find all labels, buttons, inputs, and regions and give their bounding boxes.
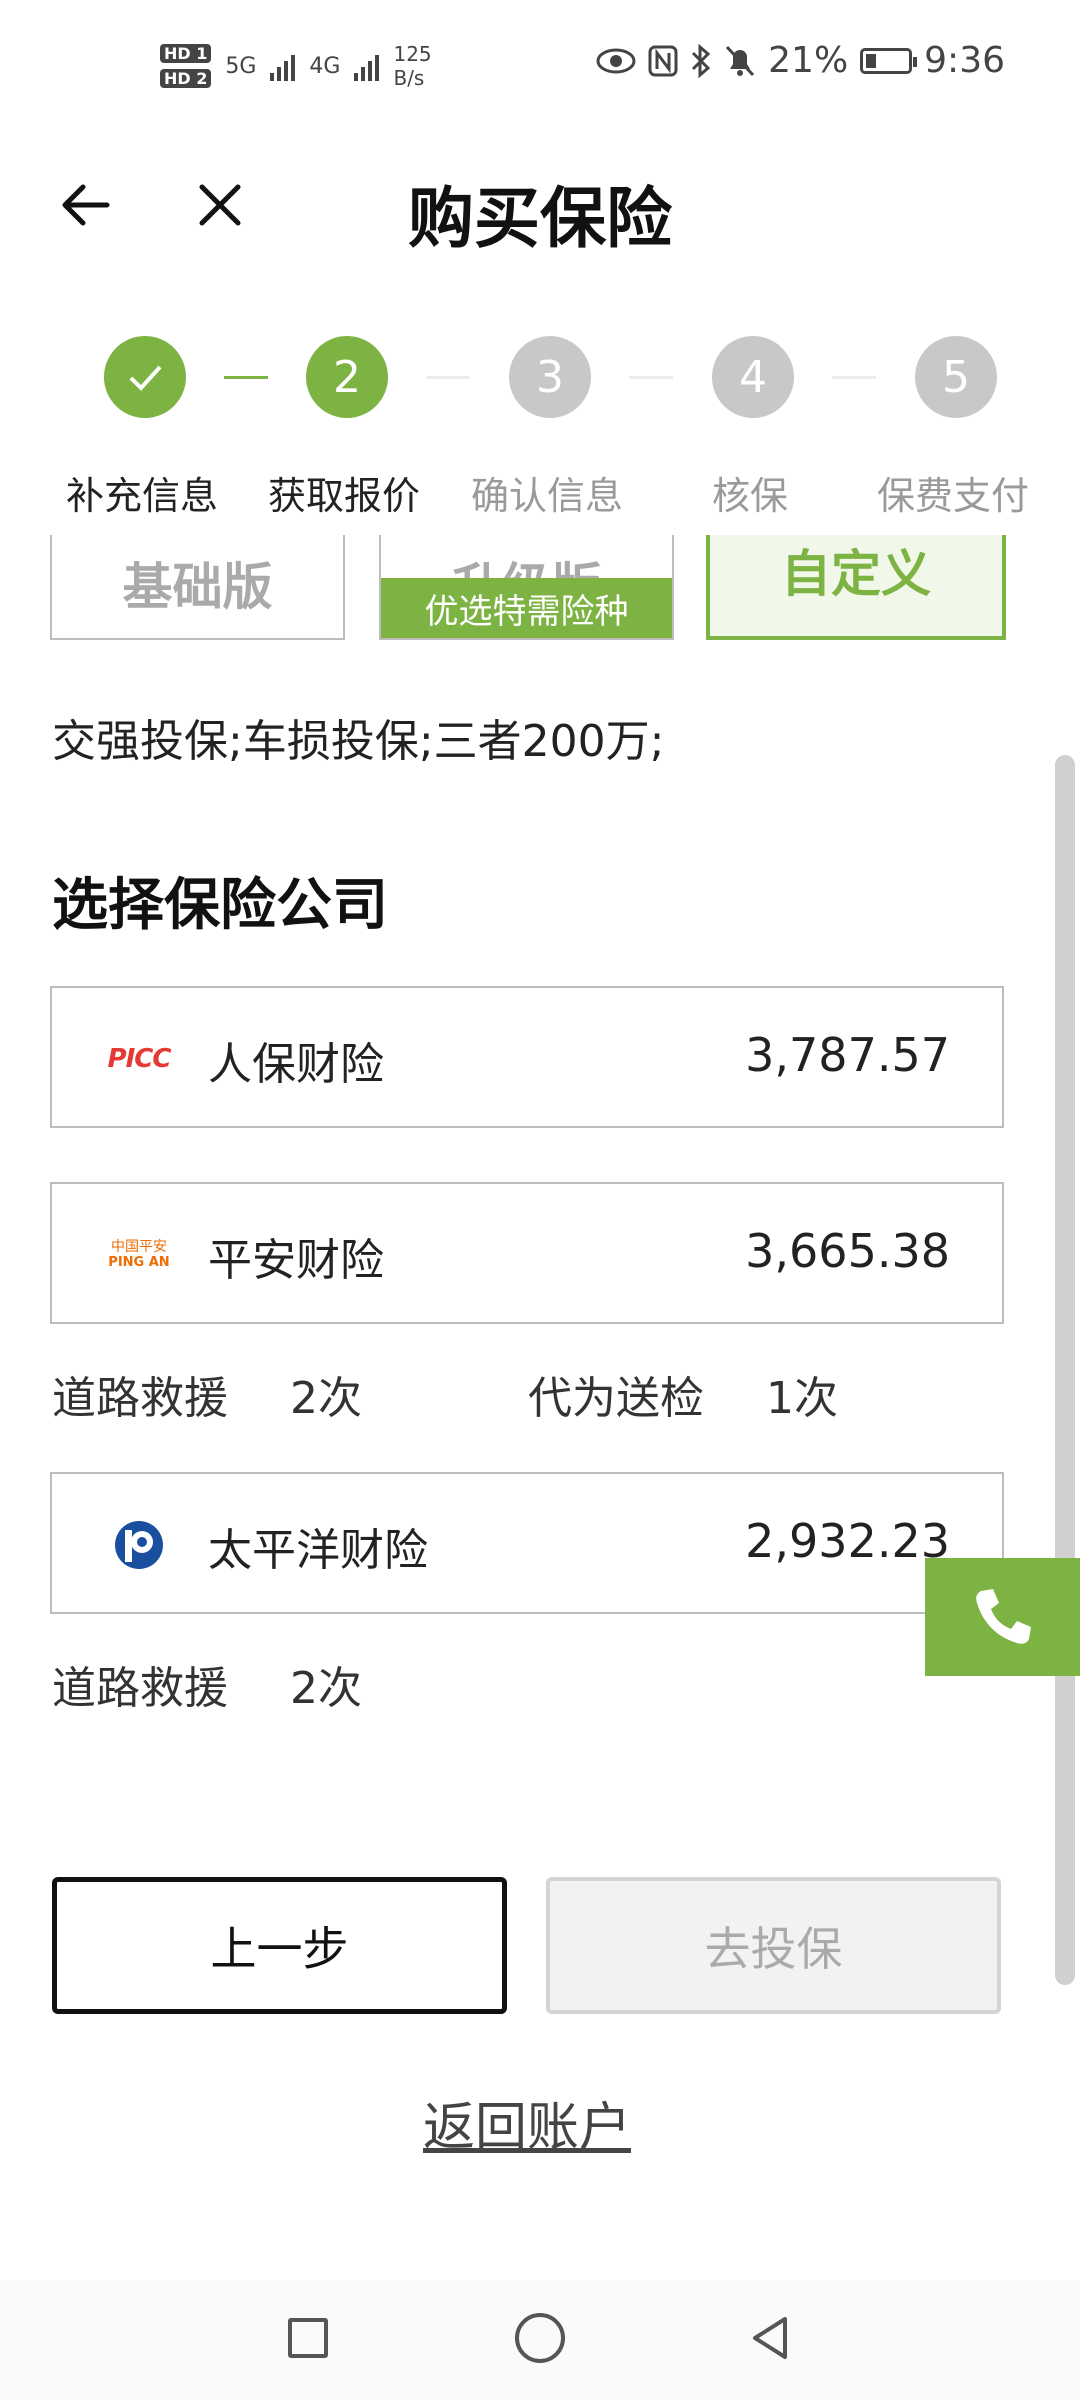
step-4-circle: 4 — [712, 336, 794, 418]
service-item: 道路救援 2次 — [52, 1652, 362, 1716]
status-bar: HD 1 HD 2 5G 4G 125 B/s 21% 9:36 — [0, 0, 1080, 130]
plan-basic-label: 基础版 — [122, 558, 273, 616]
company-price: 3,787.57 — [745, 1028, 950, 1082]
status-left: HD 1 HD 2 5G 4G 125 B/s — [160, 36, 432, 96]
step-5-label: 保费支付 — [876, 474, 1029, 518]
company-name: 平安财险 — [208, 1235, 384, 1286]
company-card-pingan[interactable]: 中国平安 PING AN 平安财险 3,665.38 — [50, 1182, 1004, 1324]
clock: 9:36 — [924, 40, 1005, 81]
check-icon — [129, 365, 162, 391]
service-name: 道路救援 — [52, 1373, 228, 1424]
network-speed: 125 B/s — [393, 42, 431, 90]
coverage-summary: 交强投保;车损投保;三者200万; — [52, 716, 665, 767]
pingan-logo-cn: 中国平安 — [111, 1239, 167, 1255]
service-count: 2次 — [290, 1373, 362, 1424]
hd1-badge: HD 1 — [160, 44, 212, 63]
plan-custom-label: 自定义 — [781, 545, 931, 603]
battery-icon — [860, 47, 918, 74]
step-connector — [426, 376, 470, 379]
cpic-logo-icon — [108, 1514, 170, 1576]
step-4-label: 核保 — [711, 474, 788, 518]
signal2-icon — [354, 51, 380, 81]
pingan-logo-en: PING AN — [108, 1255, 170, 1270]
service-item: 代为送检 1次 — [528, 1362, 838, 1426]
company-name: 太平洋财险 — [208, 1525, 428, 1576]
step-2-label: 获取报价 — [267, 474, 420, 518]
company-card-picc[interactable]: PICC 人保财险 3,787.57 — [50, 986, 1004, 1128]
speed-value: 125 — [393, 42, 432, 66]
net1-label: 5G — [225, 53, 257, 79]
step-1-circle — [104, 336, 186, 418]
nfc-icon — [648, 45, 678, 76]
net2-label: 4G — [309, 53, 341, 79]
section-title: 选择保险公司 — [52, 873, 388, 938]
step-3-label: 确认信息 — [470, 474, 623, 518]
step-1-label: 补充信息 — [65, 474, 218, 518]
company-name: 人保财险 — [208, 1039, 384, 1090]
step-3-circle: 3 — [509, 336, 591, 418]
plan-upgrade-tag: 优选特需险种 — [381, 578, 672, 638]
service-name: 道路救援 — [52, 1663, 228, 1714]
pingan-logo-icon: 中国平安 PING AN — [108, 1224, 170, 1286]
picc-logo-text: PICC — [107, 1044, 172, 1074]
company-price: 2,932.23 — [745, 1514, 950, 1568]
bluetooth-icon — [692, 43, 711, 78]
step-connector — [832, 376, 876, 379]
service-count: 2次 — [290, 1663, 362, 1714]
page-title: 购买保险 — [408, 180, 672, 257]
speed-unit: B/s — [393, 66, 425, 90]
home-icon[interactable] — [515, 2313, 565, 2363]
mute-bell-icon — [726, 45, 755, 76]
step-2-circle: 2 — [306, 336, 388, 418]
eye-icon — [596, 48, 636, 73]
status-right: 21% 9:36 — [596, 40, 1005, 81]
picc-logo-icon: PICC — [107, 1028, 172, 1090]
step-connector — [629, 376, 673, 379]
signal1-icon — [270, 51, 296, 81]
hd2-badge: HD 2 — [160, 69, 212, 88]
recents-icon[interactable] — [288, 2318, 328, 2358]
phone-icon — [975, 1589, 1031, 1644]
nav-back-icon[interactable] — [745, 2313, 795, 2363]
service-name: 代为送检 — [528, 1373, 704, 1424]
apply-insurance-button[interactable]: 去投保 — [546, 1877, 1001, 2014]
step-connector — [224, 376, 268, 379]
company-price: 3,665.38 — [745, 1224, 950, 1278]
plan-basic[interactable]: 基础版 — [50, 535, 345, 640]
company-card-cpic[interactable]: 太平洋财险 2,932.23 — [50, 1472, 1004, 1614]
plan-upgrade[interactable]: 升级版 优选特需险种 — [379, 535, 674, 640]
prev-step-button[interactable]: 上一步 — [52, 1877, 507, 2014]
plan-selector: 基础版 升级版 优选特需险种 自定义 — [0, 535, 1080, 650]
step-5-circle: 5 — [915, 336, 997, 418]
call-button[interactable] — [925, 1558, 1080, 1676]
service-count: 1次 — [766, 1373, 838, 1424]
scrollbar[interactable] — [1055, 755, 1075, 1985]
battery-percent: 21% — [768, 40, 849, 81]
return-account-link[interactable]: 返回账户 — [0, 2085, 1054, 2160]
plan-custom[interactable]: 自定义 — [706, 535, 1006, 640]
cpic-logo-mark — [115, 1521, 163, 1569]
service-item: 道路救援 2次 — [52, 1362, 362, 1426]
